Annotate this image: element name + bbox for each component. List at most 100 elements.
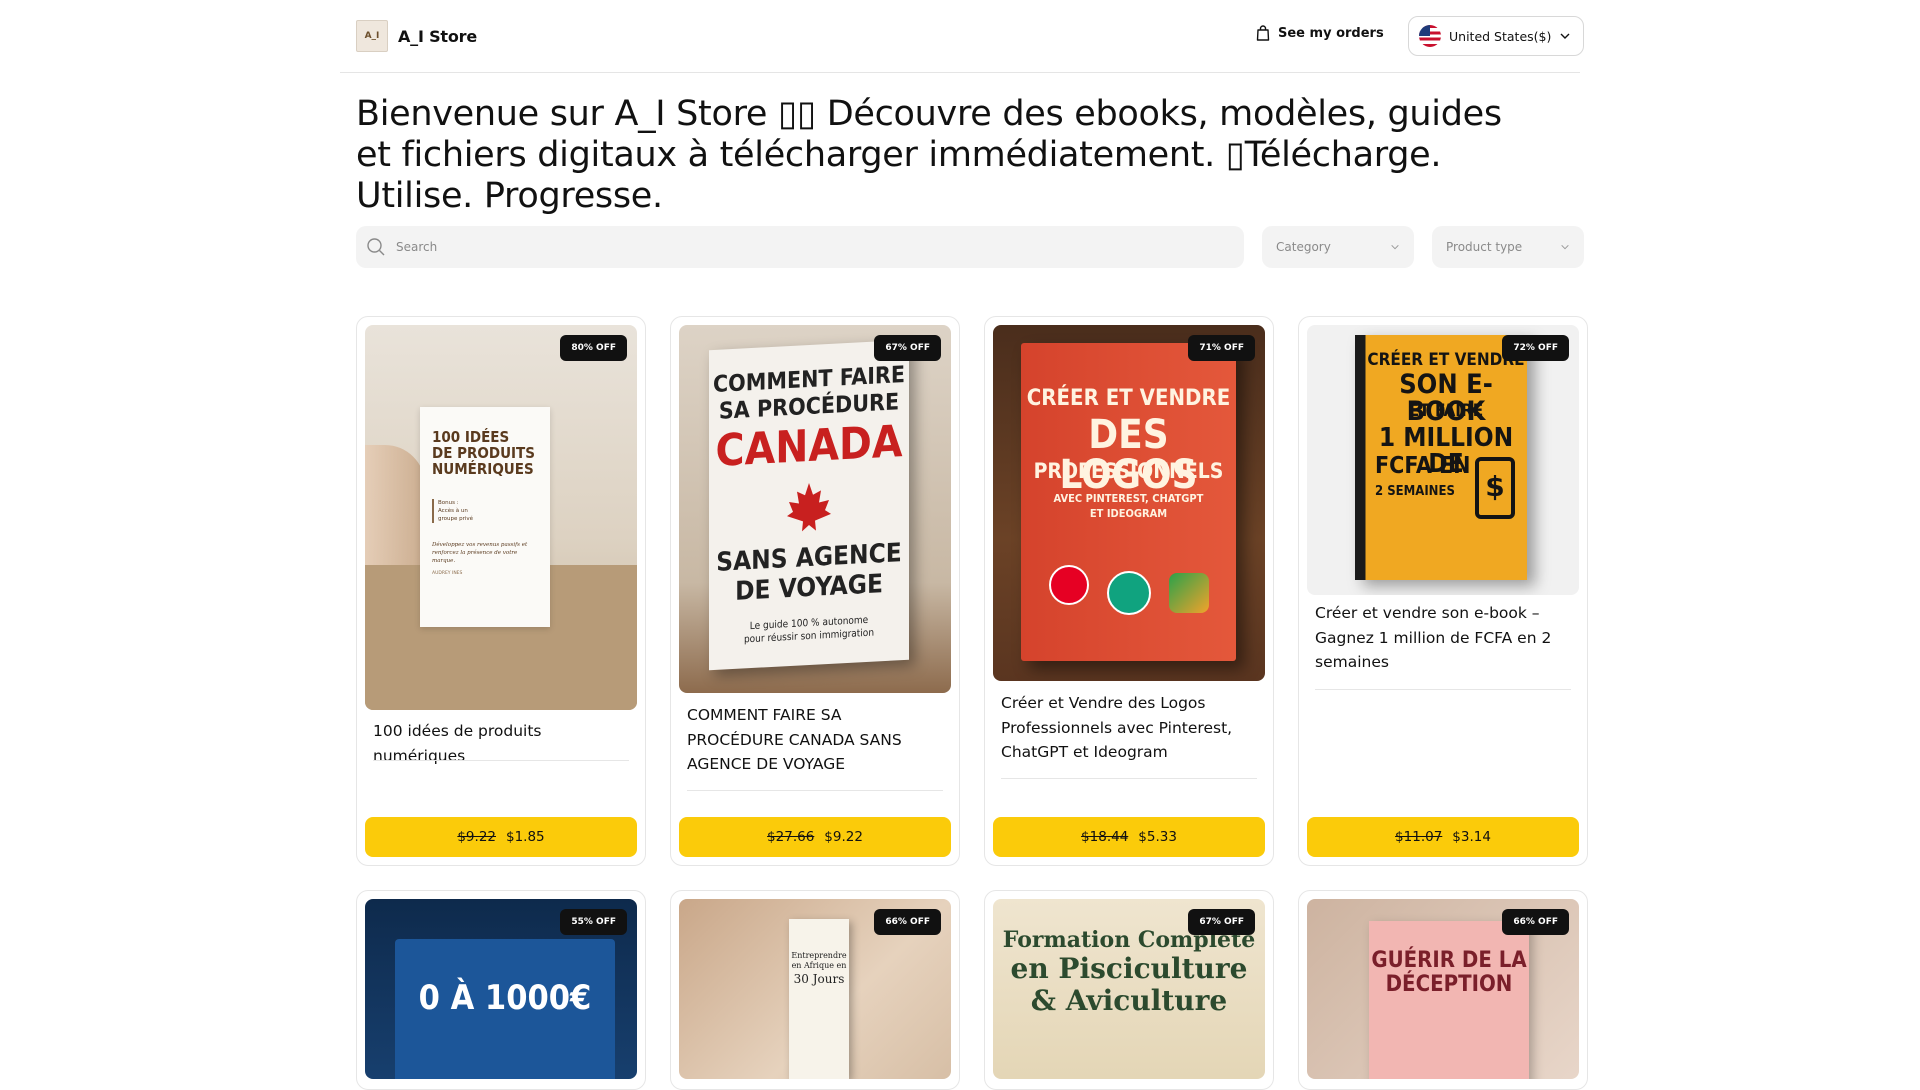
product-image[interactable]: CRÉER ET VENDRE DES LOGOS PROFESSIONNELS… xyxy=(993,325,1265,681)
cover-title-line: CANADA xyxy=(715,416,903,477)
product-image[interactable]: 100 IDÉES DE PRODUITS NUMÉRIQUES Bonus :… xyxy=(365,325,637,710)
cover-title-line: DE PRODUITS xyxy=(432,444,535,462)
chevron-down-icon xyxy=(1391,244,1399,250)
discount-badge: 80% OFF xyxy=(560,335,627,361)
product-card[interactable]: CRÉER ET VENDRE SON E-BOOK ET FAIRE 1 MI… xyxy=(1298,316,1588,866)
cover-author: AUDREY INES xyxy=(432,571,463,576)
buy-button[interactable]: $27.66 $9.22 xyxy=(679,817,951,857)
divider xyxy=(1315,689,1571,690)
divider xyxy=(1001,778,1257,779)
discount-badge: 71% OFF xyxy=(1188,335,1255,361)
product-image[interactable]: Formation Complète en Pisciculture & Avi… xyxy=(993,899,1265,1079)
cover-title-line: ET FAIRE xyxy=(1408,401,1484,421)
store-logo[interactable]: A_I xyxy=(356,20,388,52)
cover-title-line: Entreprendre xyxy=(791,951,847,960)
book-cover: 0 À 1000€ xyxy=(395,939,615,1079)
cover-small-text: Développez vos revenus passifs et xyxy=(432,542,528,548)
page: A_I A_I Store See my orders United State… xyxy=(340,0,1588,1090)
original-price: $11.07 xyxy=(1395,829,1443,845)
discount-badge: 55% OFF xyxy=(560,909,627,935)
product-image[interactable]: CRÉER ET VENDRE SON E-BOOK ET FAIRE 1 MI… xyxy=(1307,325,1579,595)
cover-title-line: 2 SEMAINES xyxy=(1375,484,1455,499)
shopping-bag-icon xyxy=(1256,25,1270,41)
cover-title-line: & Aviculture xyxy=(1030,984,1228,1017)
search-input[interactable] xyxy=(396,240,1196,254)
cover-small-text: marque. xyxy=(432,558,456,564)
product-type-select[interactable]: Product type xyxy=(1432,226,1584,268)
book-cover: CRÉER ET VENDRE DES LOGOS PROFESSIONNELS… xyxy=(1021,343,1236,661)
top-header: A_I A_I Store See my orders United State… xyxy=(340,0,1584,73)
cover-subtitle: ET IDEOGRAM xyxy=(1089,507,1168,520)
buy-button[interactable]: $18.44 $5.33 xyxy=(993,817,1265,857)
us-flag-icon xyxy=(1419,25,1441,47)
maple-leaf-icon xyxy=(787,482,831,532)
cover-title-line: GUÉRIR DE LA xyxy=(1371,948,1527,973)
cover-title-line: FCFA EN xyxy=(1375,453,1471,479)
product-title[interactable]: Créer et vendre son e-book – Gagnez 1 mi… xyxy=(1315,601,1571,675)
book-cover: Entreprendre en Afrique en 30 Jours xyxy=(789,919,849,1079)
sale-price: $5.33 xyxy=(1138,829,1177,845)
see-orders-link[interactable]: See my orders xyxy=(1256,25,1384,41)
book-cover: 100 IDÉES DE PRODUITS NUMÉRIQUES Bonus :… xyxy=(420,407,550,627)
cover-title-line: en Afrique en xyxy=(791,961,847,970)
cover-title-line: PROFESSIONNELS xyxy=(1033,459,1224,483)
product-image[interactable]: 0 À 1000€ 55% OFF xyxy=(365,899,637,1079)
divider xyxy=(373,760,629,761)
chatgpt-icon xyxy=(1107,571,1151,615)
search-icon xyxy=(367,238,385,256)
category-select-label: Category xyxy=(1276,240,1331,254)
product-image[interactable]: GUÉRIR DE LA DÉCEPTION 66% OFF xyxy=(1307,899,1579,1079)
product-type-select-label: Product type xyxy=(1446,240,1523,254)
cover-title-line: en Pisciculture xyxy=(1010,952,1248,985)
cover-title-line: 30 Jours xyxy=(793,972,845,986)
product-card[interactable]: GUÉRIR DE LA DÉCEPTION 66% OFF xyxy=(1298,890,1588,1090)
product-card[interactable]: Formation Complète en Pisciculture & Avi… xyxy=(984,890,1274,1090)
ideogram-icon xyxy=(1169,573,1209,613)
cover-small-text: renforcez la présence de votre xyxy=(432,550,518,556)
sale-price: $3.14 xyxy=(1452,829,1491,845)
chevron-down-icon xyxy=(1561,244,1569,250)
book-cover: GUÉRIR DE LA DÉCEPTION xyxy=(1369,921,1529,1079)
buy-button[interactable]: $9.22 $1.85 xyxy=(365,817,637,857)
locale-selector[interactable]: United States($) xyxy=(1408,16,1584,56)
store-name[interactable]: A_I Store xyxy=(398,27,477,46)
sale-price: $9.22 xyxy=(824,829,863,845)
chevron-down-icon xyxy=(1560,33,1570,39)
buy-button[interactable]: $11.07 $3.14 xyxy=(1307,817,1579,857)
product-image[interactable]: Entreprendre en Afrique en 30 Jours 66% … xyxy=(679,899,951,1079)
category-select[interactable]: Category xyxy=(1262,226,1414,268)
search-bar[interactable] xyxy=(356,226,1244,268)
product-card[interactable]: 100 IDÉES DE PRODUITS NUMÉRIQUES Bonus :… xyxy=(356,316,646,866)
cover-title-line: 100 IDÉES xyxy=(432,428,510,446)
locale-label: United States($) xyxy=(1449,28,1552,44)
phone-dollar-icon: $ xyxy=(1475,457,1515,519)
cover-title-line: 0 À 1000€ xyxy=(418,978,592,1018)
cover-small-text: Accès à un xyxy=(438,508,468,514)
product-title[interactable]: COMMENT FAIRE SA PROCÉDURE CANADA SANS A… xyxy=(687,703,943,777)
product-card[interactable]: COMMENT FAIRE SA PROCÉDURE CANADA SANS A… xyxy=(670,316,960,866)
cover-small-text: groupe privé xyxy=(438,516,474,522)
book-cover: CRÉER ET VENDRE SON E-BOOK ET FAIRE 1 MI… xyxy=(1355,335,1527,580)
original-price: $27.66 xyxy=(767,829,815,845)
product-title[interactable]: Créer et Vendre des Logos Professionnels… xyxy=(1001,691,1257,765)
cover-title-line: NUMÉRIQUES xyxy=(432,460,534,478)
cover-title-line: DES LOGOS xyxy=(1059,412,1198,498)
pinterest-icon xyxy=(1049,565,1089,605)
brand[interactable]: A_I A_I Store xyxy=(356,20,477,52)
product-card[interactable]: Entreprendre en Afrique en 30 Jours 66% … xyxy=(670,890,960,1090)
product-card[interactable]: CRÉER ET VENDRE DES LOGOS PROFESSIONNELS… xyxy=(984,316,1274,866)
product-card[interactable]: 0 À 1000€ 55% OFF xyxy=(356,890,646,1090)
welcome-heading: Bienvenue sur A_I Store ▯▯ Découvre des … xyxy=(356,94,1502,216)
sale-price: $1.85 xyxy=(506,829,545,845)
discount-badge: 67% OFF xyxy=(1188,909,1255,935)
see-orders-label[interactable]: See my orders xyxy=(1278,26,1384,41)
cover-title-line: DÉCEPTION xyxy=(1385,972,1513,997)
cover-title-line: CRÉER ET VENDRE xyxy=(1026,386,1231,411)
discount-badge: 66% OFF xyxy=(1502,909,1569,935)
cover-small-text: Bonus : xyxy=(438,500,459,506)
divider xyxy=(687,790,943,791)
product-image[interactable]: COMMENT FAIRE SA PROCÉDURE CANADA SANS A… xyxy=(679,325,951,693)
discount-badge: 66% OFF xyxy=(874,909,941,935)
original-price: $9.22 xyxy=(457,829,496,845)
discount-badge: 72% OFF xyxy=(1502,335,1569,361)
